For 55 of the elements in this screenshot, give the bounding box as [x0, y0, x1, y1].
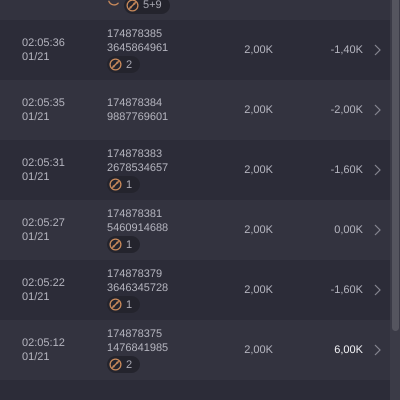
number-text: 2678534657 [107, 161, 170, 175]
chevron-right-icon[interactable] [374, 344, 381, 356]
scrollbar-thumb[interactable] [392, 0, 398, 331]
number-text: 9887769601 [107, 110, 170, 124]
date-text: 01/21 [22, 230, 51, 244]
ball-icon [109, 358, 122, 371]
number-text: 3645864961 [107, 41, 170, 55]
count-badge: 2 [107, 56, 140, 73]
count-badge: 1 [107, 296, 140, 313]
ball-icon [109, 58, 122, 71]
amount-text: 2,00K [244, 284, 273, 296]
id-text: 174878384 [107, 96, 164, 110]
result-text: -1,40K [330, 44, 363, 56]
number-text: 3646345728 [107, 281, 170, 295]
date-text: 01/21 [22, 170, 51, 184]
number-text: 1476841985 [107, 341, 170, 355]
date-text: 01/21 [22, 50, 51, 64]
id-text: 174878375 [107, 327, 164, 341]
date-text: 01/21 [22, 350, 51, 364]
ball-icon [109, 238, 122, 251]
count-badge: 2 [107, 356, 140, 373]
result-text: 6,00K [334, 344, 363, 356]
ball-icon [109, 298, 122, 311]
chevron-right-icon[interactable] [374, 224, 381, 236]
time-text: 02:05:12 [22, 336, 66, 350]
chevron-right-icon[interactable] [374, 284, 381, 296]
time-text: 02:05:31 [22, 156, 66, 170]
date-text: 01/21 [22, 290, 51, 304]
amount-text: 2,00K [244, 164, 273, 176]
time-text: 02:05:22 [22, 276, 66, 290]
result-text: -1,60K [330, 164, 363, 176]
id-text: 174878379 [107, 267, 164, 281]
id-text: 174878381 [107, 207, 164, 221]
chevron-right-icon[interactable] [374, 44, 381, 56]
chevron-right-icon[interactable] [374, 104, 381, 116]
ball-icon [109, 178, 122, 191]
time-text: 02:05:27 [22, 216, 66, 230]
time-text: 02:05:36 [22, 36, 66, 50]
ball-icon [126, 0, 139, 12]
amount-text: 2,00K [244, 44, 273, 56]
amount-text: 2,00K [244, 344, 273, 356]
amount-text: 2,00K [244, 104, 273, 116]
result-text: 0,00K [334, 224, 363, 236]
amount-text: 2,00K [244, 224, 273, 236]
result-text: -1,60K [330, 284, 363, 296]
id-text: 174878383 [107, 147, 164, 161]
result-text: -2,00K [330, 104, 363, 116]
chevron-right-icon[interactable] [374, 164, 381, 176]
number-text: 5460914688 [107, 221, 170, 235]
time-text: 02:05:35 [22, 96, 66, 110]
count-badge: 5+9 [124, 0, 170, 14]
date-text: 01/21 [22, 110, 51, 124]
count-badge: 1 [107, 176, 140, 193]
id-text: 174878385 [107, 27, 164, 41]
count-badge: 1 [107, 236, 140, 253]
